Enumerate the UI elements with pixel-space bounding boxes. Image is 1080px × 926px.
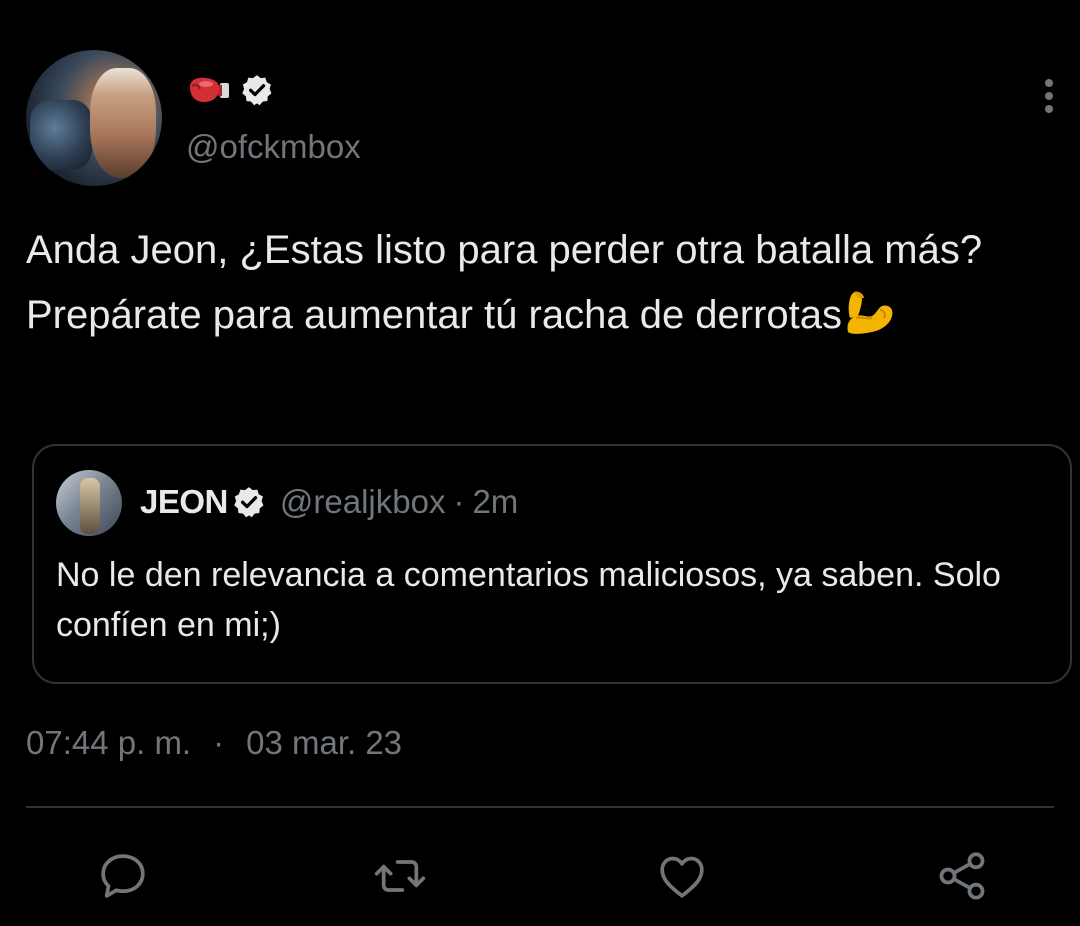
flexed-biceps-icon [842,288,896,336]
verified-icon [232,485,266,519]
retweet-icon[interactable] [372,848,428,904]
divider [26,806,1054,808]
tweet-time[interactable]: 07:44 p. m. [26,724,191,762]
tweet-metadata: 07:44 p. m. · 03 mar. 23 [26,718,402,768]
quoted-tweet-header: JEON @realjkbox · 2m [140,482,518,522]
quoted-separator: · [453,483,465,520]
quoted-author-handle[interactable]: @realjkbox [280,483,446,521]
tweet-header: @ofckmbox [26,50,1056,190]
author-avatar[interactable] [26,50,162,186]
quoted-author-avatar[interactable] [56,470,122,536]
author-display-name[interactable] [186,70,274,110]
tweet-date[interactable]: 03 mar. 23 [246,724,402,762]
author-handle[interactable]: @ofckmbox [186,128,361,166]
reply-icon[interactable] [95,848,151,904]
boxing-glove-icon [186,75,230,105]
quoted-author-name[interactable]: JEON [140,483,228,521]
quoted-timestamp: 2m [472,483,519,520]
quoted-tweet-card[interactable]: JEON @realjkbox · 2m No le den relevanci… [32,444,1072,684]
share-icon[interactable] [934,848,990,904]
more-options-icon[interactable] [1042,78,1056,114]
quoted-tweet-text: No le den relevancia a comentarios malic… [56,556,1001,644]
verified-icon [240,73,274,107]
tweet-body: Anda Jeon, ¿Estas listo para perder otra… [26,218,1036,348]
meta-separator: · [213,724,225,761]
tweet-text: Anda Jeon, ¿Estas listo para perder otra… [26,228,983,337]
like-icon[interactable] [654,848,710,904]
tweet-detail: @ofckmbox Anda Jeon, ¿Estas listo para p… [0,0,1080,926]
action-bar [0,840,1080,910]
